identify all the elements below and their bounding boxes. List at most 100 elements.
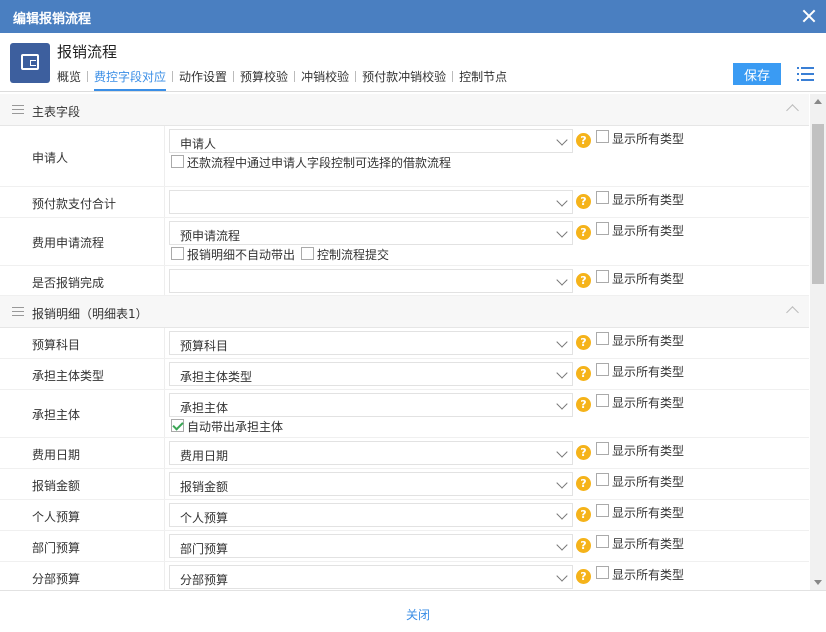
close-button[interactable]: 关闭 — [406, 606, 430, 623]
show-all-types-checkbox[interactable] — [596, 191, 609, 204]
save-button[interactable]: 保存 — [733, 63, 781, 85]
column-divider — [164, 218, 165, 265]
scroll-up-icon[interactable] — [814, 99, 822, 104]
help-icon[interactable]: ? — [576, 397, 591, 412]
option-label: 还款流程中通过申请人字段控制可选择的借款流程 — [187, 156, 452, 170]
tab-0[interactable]: 概览 — [57, 68, 87, 88]
field-select[interactable]: 预申请流程 — [169, 221, 573, 245]
show-all-types-checkbox[interactable] — [596, 394, 609, 407]
list-menu-icon[interactable] — [797, 67, 814, 81]
form-row: 分部预算 分部预算? 显示所有类型 — [0, 562, 809, 590]
scroll-down-icon[interactable] — [814, 580, 822, 585]
help-icon[interactable]: ? — [576, 366, 591, 381]
select-value: 预算科目 — [180, 339, 229, 353]
column-divider — [164, 390, 165, 437]
help-icon[interactable]: ? — [576, 225, 591, 240]
column-divider — [164, 126, 165, 186]
show-all-types-label: 显示所有类型 — [612, 506, 685, 520]
vertical-scrollbar[interactable] — [810, 94, 826, 590]
show-all-types-checkbox[interactable] — [596, 130, 609, 143]
show-all-types-checkbox[interactable] — [596, 222, 609, 235]
form-row: 预付款支付合计? 显示所有类型 — [0, 187, 809, 218]
form-row: 费用日期 费用日期? 显示所有类型 — [0, 438, 809, 469]
column-divider — [164, 438, 165, 468]
field-label: 申请人 — [32, 151, 69, 165]
column-divider — [164, 359, 165, 389]
select-value: 申请人 — [180, 137, 217, 151]
show-all-types-checkbox[interactable] — [596, 473, 609, 486]
form-row: 报销金额 报销金额? 显示所有类型 — [0, 469, 809, 500]
column-divider — [164, 500, 165, 530]
form-row: 部门预算 部门预算? 显示所有类型 — [0, 531, 809, 562]
collapse-icon[interactable] — [786, 306, 799, 319]
show-all-types-checkbox[interactable] — [596, 442, 609, 455]
chevron-down-icon — [556, 195, 568, 207]
show-all-types-label: 显示所有类型 — [612, 272, 685, 286]
help-icon[interactable]: ? — [576, 569, 591, 584]
chevron-down-icon — [556, 336, 568, 348]
field-label: 承担主体 — [32, 408, 81, 422]
field-select[interactable]: 申请人 — [169, 129, 573, 153]
show-all-types-checkbox[interactable] — [596, 363, 609, 376]
help-icon[interactable]: ? — [576, 445, 591, 460]
tab-3[interactable]: 预算校验 — [234, 68, 294, 88]
section-title: 主表字段 — [32, 105, 81, 119]
collapse-icon[interactable] — [786, 104, 799, 117]
show-all-types-label: 显示所有类型 — [612, 475, 685, 489]
show-all-types-label: 显示所有类型 — [612, 132, 685, 146]
field-label: 部门预算 — [32, 541, 81, 555]
show-all-types-checkbox[interactable] — [596, 504, 609, 517]
help-icon[interactable]: ? — [576, 133, 591, 148]
tab-1[interactable]: 费控字段对应 — [88, 68, 172, 91]
tab-bar: 概览 费控字段对应 动作设置 预算校验 冲销校验 预付款冲销校验 控制节点 — [57, 68, 513, 91]
wallet-icon — [10, 43, 50, 83]
help-icon[interactable]: ? — [576, 476, 591, 491]
help-icon[interactable]: ? — [576, 335, 591, 350]
field-select[interactable] — [169, 269, 573, 293]
field-select[interactable]: 预算科目 — [169, 331, 573, 355]
show-all-types-checkbox[interactable] — [596, 332, 609, 345]
form-content[interactable]: 主表字段 申请人 申请人? 显示所有类型 还款流程中通过申请人字段控制可选择的借款流程预… — [0, 94, 809, 590]
option-checkbox[interactable] — [171, 247, 184, 260]
field-select[interactable]: 费用日期 — [169, 441, 573, 465]
field-label: 报销金额 — [32, 479, 81, 493]
field-select[interactable]: 个人预算 — [169, 503, 573, 527]
field-label: 费用日期 — [32, 448, 81, 462]
scrollbar-thumb[interactable] — [812, 124, 824, 284]
form-row: 个人预算 个人预算? 显示所有类型 — [0, 500, 809, 531]
field-select[interactable]: 分部预算 — [169, 565, 573, 589]
field-select[interactable]: 报销金额 — [169, 472, 573, 496]
show-all-types-checkbox[interactable] — [596, 535, 609, 548]
field-select[interactable]: 承担主体 — [169, 393, 573, 417]
show-all-types-checkbox[interactable] — [596, 270, 609, 283]
chevron-down-icon — [556, 367, 568, 379]
section-header: 报销明细（明细表1） — [0, 296, 809, 328]
show-all-types-checkbox[interactable] — [596, 566, 609, 579]
form-row: 是否报销完成? 显示所有类型 — [0, 266, 809, 296]
chevron-down-icon — [556, 226, 568, 238]
tab-5[interactable]: 预付款冲销校验 — [356, 68, 452, 88]
show-all-types-label: 显示所有类型 — [612, 365, 685, 379]
option-label: 自动带出承担主体 — [187, 420, 284, 434]
column-divider — [164, 187, 165, 217]
form-row: 费用申请流程 预申请流程? 显示所有类型 报销明细不自动带出 控制流程提交 — [0, 218, 809, 266]
option-checkbox[interactable] — [171, 419, 184, 432]
field-select[interactable]: 承担主体类型 — [169, 362, 573, 386]
close-icon[interactable] — [800, 7, 818, 25]
help-icon[interactable]: ? — [576, 194, 591, 209]
tab-6[interactable]: 控制节点 — [453, 68, 513, 88]
field-label: 承担主体类型 — [32, 369, 105, 383]
field-select[interactable] — [169, 190, 573, 214]
option-checkbox[interactable] — [171, 155, 184, 168]
tab-4[interactable]: 冲销校验 — [295, 68, 355, 88]
form-row: 预算科目 预算科目? 显示所有类型 — [0, 328, 809, 359]
help-icon[interactable]: ? — [576, 538, 591, 553]
help-icon[interactable]: ? — [576, 507, 591, 522]
tab-2[interactable]: 动作设置 — [173, 68, 233, 88]
chevron-down-icon — [556, 446, 568, 458]
help-icon[interactable]: ? — [576, 273, 591, 288]
page-header: 报销流程 概览 费控字段对应 动作设置 预算校验 冲销校验 预付款冲销校验 控制节点 保存 — [0, 33, 826, 92]
option-checkbox[interactable] — [301, 247, 314, 260]
show-all-types-label: 显示所有类型 — [612, 537, 685, 551]
field-select[interactable]: 部门预算 — [169, 534, 573, 558]
